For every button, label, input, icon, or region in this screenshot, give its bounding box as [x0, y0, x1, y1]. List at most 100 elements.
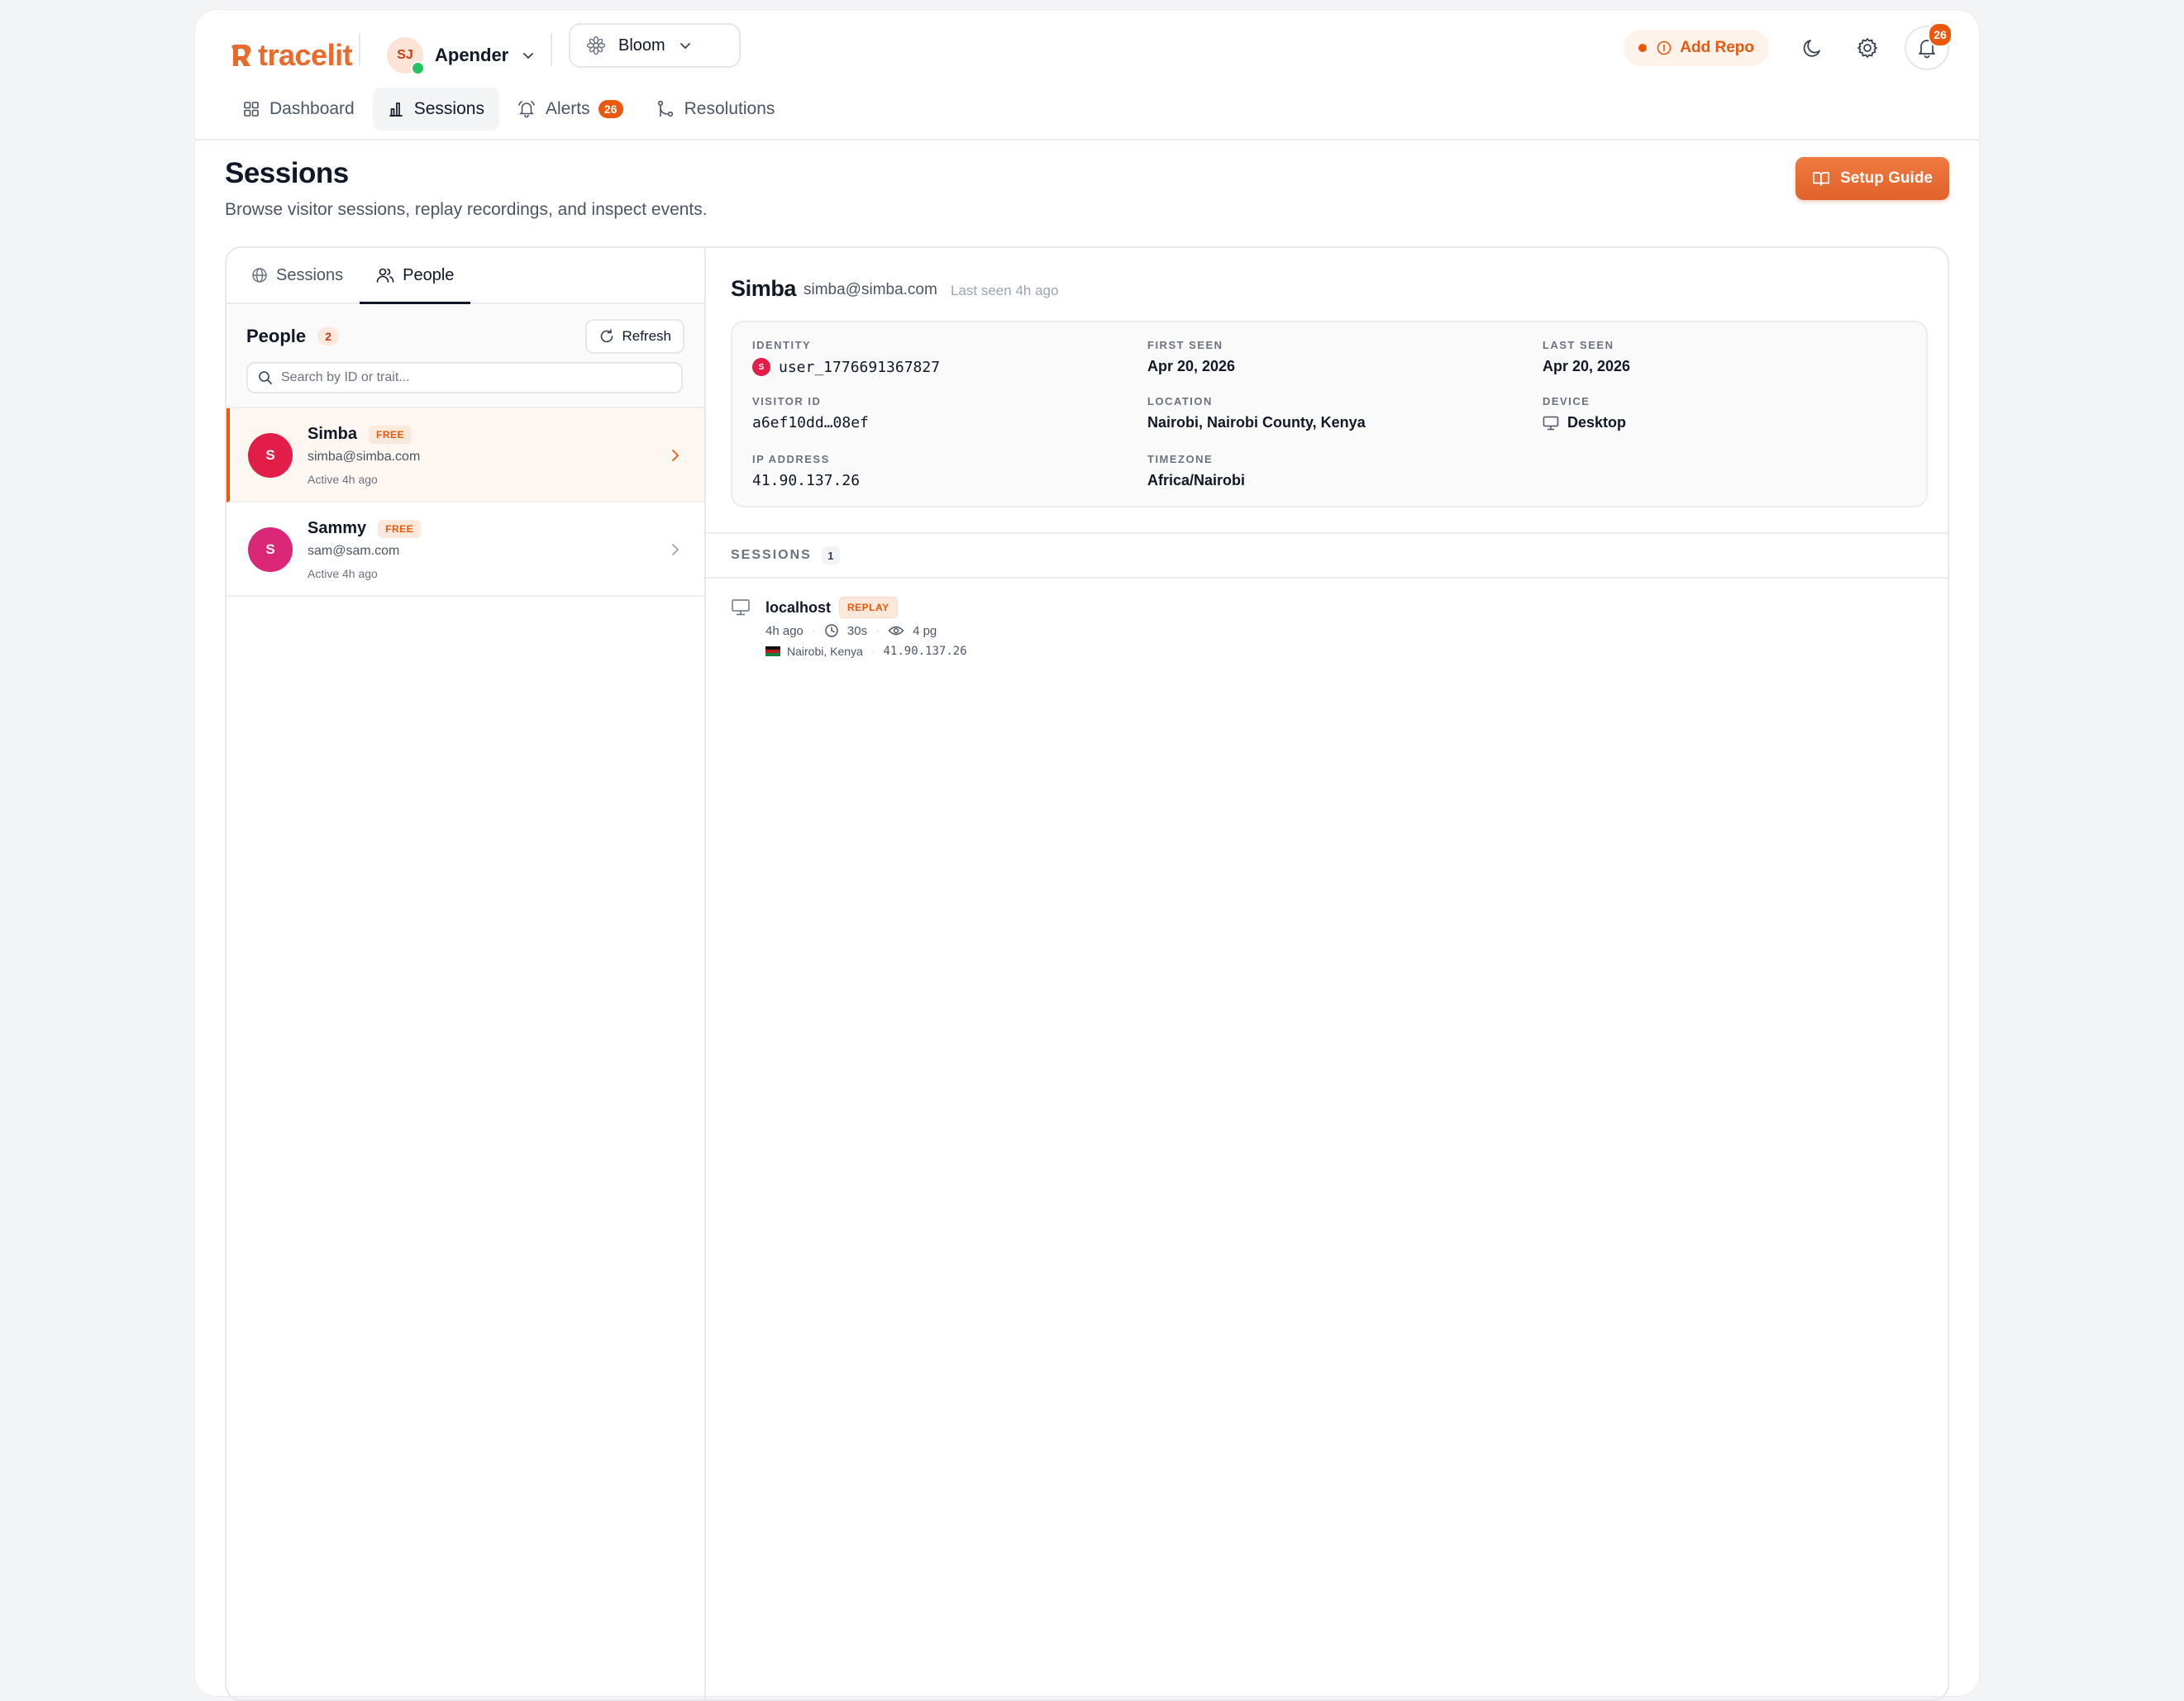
workspace-avatar: SJ: [387, 37, 425, 75]
kenya-flag-icon: [765, 646, 780, 656]
device-value: Desktop: [1543, 414, 1626, 431]
identity-field: IDENTITY S user_1776691367827: [752, 339, 940, 376]
add-repo-label: Add Repo: [1680, 39, 1754, 56]
project-icon: [586, 36, 606, 55]
workspace-switcher[interactable]: SJ Apender: [387, 28, 535, 83]
top-bar: tracelit SJ Apender Bloom Add Repo 26 Da…: [195, 10, 1979, 141]
avatar: S: [248, 527, 293, 572]
people-title: People 2: [246, 326, 340, 347]
eye-icon: [888, 626, 904, 636]
identity-card: IDENTITY S user_1776691367827 FIRST SEEN…: [731, 321, 1928, 507]
setup-guide-button[interactable]: Setup Guide: [1795, 157, 1949, 200]
bell-ring-icon: [518, 101, 535, 118]
person-detail: Simba simba@simba.com Last seen 4h ago I…: [706, 248, 1948, 1699]
page-title: Sessions: [225, 157, 349, 189]
nav-resolutions-label: Resolutions: [684, 99, 775, 118]
visitor-id-field: VISITOR ID a6ef10dd…08ef: [752, 395, 869, 431]
field-value: Africa/Nairobi: [1147, 472, 1246, 488]
person-name: Simba FREE: [308, 425, 412, 444]
avatar: S: [248, 433, 293, 478]
setup-guide-label: Setup Guide: [1840, 169, 1933, 187]
person-row-simba[interactable]: S Simba FREE simba@simba.com Active 4h a…: [227, 408, 704, 503]
theme-toggle-button[interactable]: [1791, 26, 1835, 70]
people-header: People 2 Refresh: [227, 304, 704, 408]
monitor-icon: [1543, 416, 1559, 430]
nav-dashboard[interactable]: Dashboard: [228, 88, 370, 131]
first-seen-field: FIRST SEEN Apr 20, 2026: [1147, 339, 1235, 375]
session-geo: Nairobi, Kenya · 41.90.137.26: [765, 645, 967, 658]
plan-badge: FREE: [378, 519, 422, 538]
notifications-button[interactable]: 26: [1905, 22, 1953, 70]
tracelit-logo-icon: [231, 45, 251, 66]
sessions-header: SESSIONS 1: [706, 532, 1948, 579]
nav-alerts[interactable]: Alerts 26: [503, 88, 638, 131]
header-tools: Add Repo 26: [1624, 22, 1953, 71]
sessions-label: SESSIONS: [731, 548, 812, 562]
tab-people[interactable]: People: [360, 248, 471, 304]
logo[interactable]: tracelit: [228, 26, 353, 84]
git-merge-icon: [657, 100, 673, 117]
chevron-right-icon: [672, 544, 679, 555]
field-label: DEVICE: [1543, 395, 1590, 407]
brand-name: tracelit: [258, 38, 353, 72]
refresh-button[interactable]: Refresh: [585, 319, 684, 354]
person-row-sammy[interactable]: S Sammy FREE sam@sam.com Active 4h ago: [227, 503, 704, 597]
sessions-count-badge: 1: [821, 546, 840, 565]
people-search[interactable]: [246, 362, 683, 393]
workspace-name: Apender: [435, 45, 509, 65]
session-row[interactable]: localhost REPLAY 4h ago · 30s · 4 pg Nai…: [731, 597, 1392, 663]
add-repo-button[interactable]: Add Repo: [1624, 30, 1769, 66]
globe-icon: [252, 268, 267, 283]
nav-sessions[interactable]: Sessions: [372, 88, 499, 131]
session-time-ago: 4h ago: [765, 623, 804, 638]
field-label: VISITOR ID: [752, 395, 822, 407]
detail-email: simba@simba.com: [804, 281, 937, 298]
book-open-icon: [1813, 172, 1829, 186]
bar-chart-icon: [389, 102, 403, 117]
tab-sessions[interactable]: Sessions: [235, 248, 360, 303]
session-host: localhost REPLAY: [765, 597, 898, 618]
clock-icon: [825, 624, 838, 637]
session-location: Nairobi, Kenya: [787, 645, 863, 658]
project-switcher[interactable]: Bloom: [569, 23, 741, 68]
identity-badge: S: [752, 358, 770, 376]
plan-badge: FREE: [369, 425, 412, 444]
refresh-label: Refresh: [622, 328, 671, 344]
settings-button[interactable]: [1845, 26, 1890, 70]
alerts-count-badge: 26: [598, 100, 623, 118]
refresh-icon: [601, 329, 613, 343]
sidebar-tabs: Sessions People: [227, 248, 704, 304]
moon-icon: [1803, 40, 1820, 57]
gear-icon: [1857, 38, 1877, 58]
person-email: sam@sam.com: [308, 544, 400, 558]
notifications-badge: 26: [1928, 22, 1953, 47]
nav-resolutions[interactable]: Resolutions: [641, 88, 790, 131]
person-name: Sammy FREE: [308, 519, 422, 538]
device-field: DEVICE Desktop: [1543, 395, 1626, 431]
person-email: simba@simba.com: [308, 450, 421, 464]
people-count-badge: 2: [317, 327, 340, 345]
session-meta: 4h ago · 30s · 4 pg: [765, 623, 937, 638]
nav-alerts-label: Alerts: [545, 99, 590, 118]
divider: [551, 33, 552, 66]
search-icon: [259, 371, 272, 384]
divider: [359, 33, 360, 66]
person-name-label: Simba: [308, 425, 358, 443]
field-label: TIMEZONE: [1147, 453, 1214, 465]
detail-name: Simba: [731, 276, 797, 301]
field-label: FIRST SEEN: [1147, 339, 1223, 351]
field-value: Apr 20, 2026: [1147, 358, 1236, 374]
search-input[interactable]: [279, 369, 663, 386]
field-value: 41.90.137.26: [752, 472, 861, 489]
people-sidebar: Sessions People People 2 Refresh Search …: [227, 248, 706, 1699]
sessions-panel: Sessions People People 2 Refresh Search …: [225, 246, 1949, 1701]
project-name: Bloom: [618, 36, 665, 55]
session-duration: 30s: [846, 623, 868, 638]
session-pages: 4 pg: [913, 623, 937, 638]
workspace-initials: SJ: [397, 48, 413, 62]
monitor-icon: [732, 599, 750, 616]
separator: ·: [811, 623, 816, 638]
replay-badge: REPLAY: [839, 597, 898, 618]
info-icon: [1657, 40, 1671, 55]
chevron-down-icon: [523, 53, 534, 59]
